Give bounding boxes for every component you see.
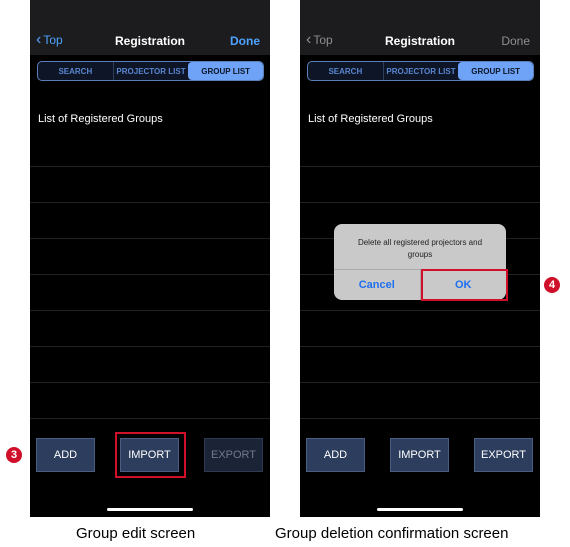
list-title: List of Registered Groups	[38, 113, 163, 125]
segmented-control: SEARCH PROJECTOR LIST GROUP LIST	[37, 61, 264, 81]
caption-group-edit: Group edit screen	[76, 525, 196, 542]
list-item[interactable]	[300, 347, 540, 383]
tab-search[interactable]: SEARCH	[308, 62, 384, 80]
list-item[interactable]	[30, 311, 270, 347]
import-highlight-box	[115, 432, 186, 478]
group-list	[30, 131, 270, 419]
list-item[interactable]	[300, 167, 540, 203]
caption-group-deletion: Group deletion confirmation screen	[275, 525, 509, 542]
tab-group-list[interactable]: GROUP LIST	[188, 62, 263, 80]
export-button[interactable]: EXPORT	[204, 438, 263, 472]
tab-group-list[interactable]: GROUP LIST	[458, 62, 533, 80]
list-item[interactable]	[30, 203, 270, 239]
cancel-button[interactable]: Cancel	[334, 270, 421, 300]
home-indicator	[377, 508, 463, 511]
list-title: List of Registered Groups	[308, 113, 433, 125]
navigation-bar: ‹ Top Registration Done	[30, 0, 270, 55]
list-item[interactable]	[30, 383, 270, 419]
tab-projector-list[interactable]: PROJECTOR LIST	[114, 62, 189, 80]
add-button[interactable]: ADD	[36, 438, 95, 472]
list-item[interactable]	[30, 167, 270, 203]
export-button[interactable]: EXPORT	[474, 438, 533, 472]
tab-search[interactable]: SEARCH	[38, 62, 114, 80]
list-item[interactable]	[30, 131, 270, 167]
ok-highlight-box	[421, 269, 508, 301]
list-item[interactable]	[300, 131, 540, 167]
import-button[interactable]: IMPORT	[390, 438, 449, 472]
list-item[interactable]	[300, 311, 540, 347]
dialog-message: Delete all registered projectors and gro…	[334, 224, 506, 270]
home-indicator	[107, 508, 193, 511]
step-marker-3: 3	[6, 447, 22, 463]
add-button[interactable]: ADD	[306, 438, 365, 472]
list-item[interactable]	[30, 347, 270, 383]
list-item[interactable]	[30, 239, 270, 275]
done-button[interactable]: Done	[230, 34, 260, 48]
tab-projector-list[interactable]: PROJECTOR LIST	[384, 62, 459, 80]
done-button[interactable]: Done	[501, 34, 530, 48]
list-item[interactable]	[300, 383, 540, 419]
list-item[interactable]	[30, 275, 270, 311]
step-marker-4: 4	[544, 277, 560, 293]
navigation-bar: ‹ Top Registration Done	[300, 0, 540, 55]
segmented-control: SEARCH PROJECTOR LIST GROUP LIST	[307, 61, 534, 81]
group-deletion-confirmation-screen: ‹ Top Registration Done SEARCH PROJECTOR…	[300, 0, 540, 517]
